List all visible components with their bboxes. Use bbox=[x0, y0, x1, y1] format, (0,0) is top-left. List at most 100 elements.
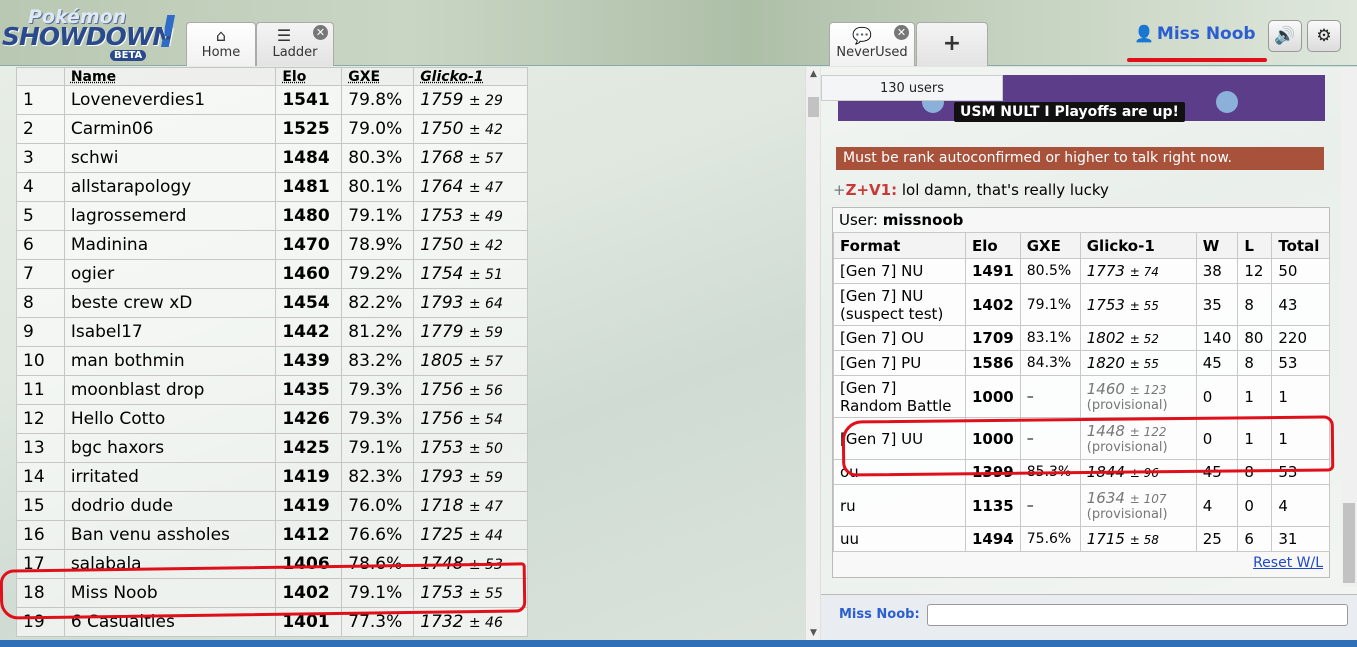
stats-glicko: 1634 ± 107 (provisional) bbox=[1079, 484, 1197, 527]
user-menu[interactable]: 👤 Miss Noob bbox=[1134, 24, 1256, 50]
stats-elo: 1709 bbox=[965, 325, 1021, 351]
chat-scrollbar[interactable] bbox=[1341, 67, 1357, 587]
stats-format: [Gen 7] PU bbox=[833, 350, 966, 376]
ladder-header-gxe[interactable]: GXE bbox=[341, 67, 415, 86]
scroll-thumb[interactable] bbox=[808, 97, 819, 117]
ladder-username[interactable]: man bothmin bbox=[63, 346, 277, 376]
ladder-glicko: 1754 ± 51 bbox=[413, 259, 528, 289]
ladder-username[interactable]: moonblast drop bbox=[63, 375, 277, 405]
settings-button[interactable]: ⚙ bbox=[1307, 20, 1341, 52]
chat-input-bar: Miss Noob: bbox=[821, 594, 1357, 640]
ladder-elo: 1470 bbox=[275, 230, 343, 260]
showdown-logo[interactable]: Pokémon SHOWDOWN ! BETA bbox=[2, 6, 180, 62]
stats-glicko: 1802 ± 52 bbox=[1079, 325, 1197, 351]
scroll-down-icon[interactable]: ▼ bbox=[806, 628, 821, 638]
ladder-scrollbar[interactable]: ▲ ▼ bbox=[805, 67, 820, 640]
pokemon-sprite-icon bbox=[1216, 91, 1238, 113]
ladder-username[interactable]: Hello Cotto bbox=[63, 404, 277, 434]
stats-gxe: 80.5% bbox=[1019, 258, 1081, 284]
scroll-up-icon[interactable]: ▲ bbox=[806, 69, 821, 79]
ladder-header-glicko[interactable]: Glicko-1 bbox=[413, 67, 528, 86]
ladder-rank: 14 bbox=[16, 462, 65, 492]
stats-losses: 12 bbox=[1237, 258, 1273, 284]
rank-warning: Must be rank autoconfirmed or higher to … bbox=[836, 147, 1324, 170]
ladder-elo: 1412 bbox=[275, 520, 343, 550]
ladder-header-elo[interactable]: Elo bbox=[275, 67, 343, 86]
stats-elo: 1000 bbox=[965, 375, 1021, 418]
sound-button[interactable]: 🔊 bbox=[1268, 20, 1302, 52]
new-tab-button[interactable]: + bbox=[916, 22, 988, 66]
chat-panel: USM NULT I Playoffs are up! 130 users Mu… bbox=[821, 67, 1357, 640]
table-row: 13 bgc haxors 1425 79.1% 1753 ± 50 bbox=[16, 433, 528, 463]
ladder-username[interactable]: Ban venu assholes bbox=[63, 520, 277, 550]
ladder-gxe: 76.6% bbox=[341, 520, 415, 550]
ladder-elo: 1419 bbox=[275, 462, 343, 492]
gear-icon: ⚙ bbox=[1316, 26, 1332, 46]
ladder-username[interactable]: lagrossemerd bbox=[63, 201, 277, 231]
ladder-gxe: 78.9% bbox=[341, 230, 415, 260]
ladder-glicko: 1759 ± 29 bbox=[413, 85, 528, 115]
ladder-username[interactable]: Madinina bbox=[63, 230, 277, 260]
ladder-username[interactable]: Carmin06 bbox=[63, 114, 277, 144]
ladder-glicko: 1756 ± 56 bbox=[413, 375, 528, 405]
stats-glicko: 1715 ± 58 bbox=[1079, 526, 1197, 552]
ladder-rank: 11 bbox=[16, 375, 65, 405]
ladder-username[interactable]: Loveneverdies1 bbox=[63, 85, 277, 115]
user-name: Miss Noob bbox=[1156, 24, 1256, 44]
ladder-username[interactable]: bgc haxors bbox=[63, 433, 277, 463]
table-row: 8 beste crew xD 1454 82.2% 1793 ± 64 bbox=[16, 288, 528, 318]
ladder-rank: 2 bbox=[16, 114, 65, 144]
table-row: 7 ogier 1460 79.2% 1754 ± 51 bbox=[16, 259, 528, 289]
ladder-rank: 10 bbox=[16, 346, 65, 376]
stats-format: [Gen 7] Random Battle bbox=[833, 375, 966, 418]
close-icon[interactable]: ✕ bbox=[313, 25, 328, 40]
close-icon[interactable]: ✕ bbox=[894, 25, 909, 40]
tab-home-label: Home bbox=[201, 45, 241, 60]
logo-beta-badge: BETA bbox=[110, 50, 147, 61]
ladder-elo: 1419 bbox=[275, 491, 343, 521]
ladder-gxe: 79.8% bbox=[341, 85, 415, 115]
ladder-elo: 1439 bbox=[275, 346, 343, 376]
ladder-elo: 1435 bbox=[275, 375, 343, 405]
ladder-header-name[interactable]: Name bbox=[63, 67, 277, 86]
table-row: [Gen 7] NU 1491 80.5% 1773 ± 74 38 12 50 bbox=[833, 258, 1330, 284]
reset-wl-link[interactable]: Reset W/L bbox=[1253, 555, 1323, 571]
table-row: uu 1494 75.6% 1715 ± 58 25 6 31 bbox=[833, 526, 1330, 552]
os-taskbar bbox=[0, 640, 1357, 647]
ladder-username[interactable]: schwi bbox=[63, 143, 277, 173]
stats-gxe: 84.3% bbox=[1019, 350, 1081, 376]
scroll-thumb[interactable] bbox=[1343, 503, 1355, 583]
stats-gxe: 79.1% bbox=[1019, 283, 1081, 326]
ladder-rank: 13 bbox=[16, 433, 65, 463]
userlist-toggle[interactable]: 130 users bbox=[821, 75, 1003, 101]
ladder-rank: 6 bbox=[16, 230, 65, 260]
ladder-username[interactable]: irritated bbox=[63, 462, 277, 492]
stats-username[interactable]: missnoob bbox=[883, 211, 964, 229]
user-icon: 👤 bbox=[1134, 24, 1154, 43]
tab-ladder[interactable]: ☰ ✕ Ladder bbox=[256, 22, 334, 66]
stats-header-format: Format bbox=[833, 232, 966, 259]
chat-message-user[interactable]: +Z+V1: bbox=[833, 181, 897, 199]
stats-losses: 8 bbox=[1237, 283, 1273, 326]
table-row: [Gen 7] Random Battle 1000–1460 ± 123 (prov… bbox=[833, 375, 1330, 418]
ladder-username[interactable]: allstarapology bbox=[63, 172, 277, 202]
stats-format: ru bbox=[833, 484, 966, 527]
table-row: 12 Hello Cotto 1426 79.3% 1756 ± 54 bbox=[16, 404, 528, 434]
ladder-username[interactable]: dodrio dude bbox=[63, 491, 277, 521]
ladder-username[interactable]: beste crew xD bbox=[63, 288, 277, 318]
red-annotation-circle bbox=[841, 415, 1335, 477]
chat-input[interactable] bbox=[927, 604, 1348, 626]
ladder-rank: 4 bbox=[16, 172, 65, 202]
ladder-username[interactable]: ogier bbox=[63, 259, 277, 289]
user-stats-box: User: missnoob Format Elo GXE Glicko-1 W… bbox=[832, 207, 1335, 578]
tab-neverused[interactable]: 💬 ✕ NeverUsed bbox=[829, 22, 915, 66]
user-stats-title: User: missnoob bbox=[839, 211, 964, 229]
ladder-elo: 1426 bbox=[275, 404, 343, 434]
ladder-elo: 1460 bbox=[275, 259, 343, 289]
stats-header-total: Total bbox=[1271, 232, 1330, 259]
stats-losses: 6 bbox=[1237, 526, 1273, 552]
ladder-username[interactable]: Isabel17 bbox=[63, 317, 277, 347]
stats-header-elo: Elo bbox=[965, 232, 1021, 259]
chat-input-label: Miss Noob: bbox=[839, 607, 920, 622]
tab-neverused-label: NeverUsed bbox=[836, 45, 908, 60]
